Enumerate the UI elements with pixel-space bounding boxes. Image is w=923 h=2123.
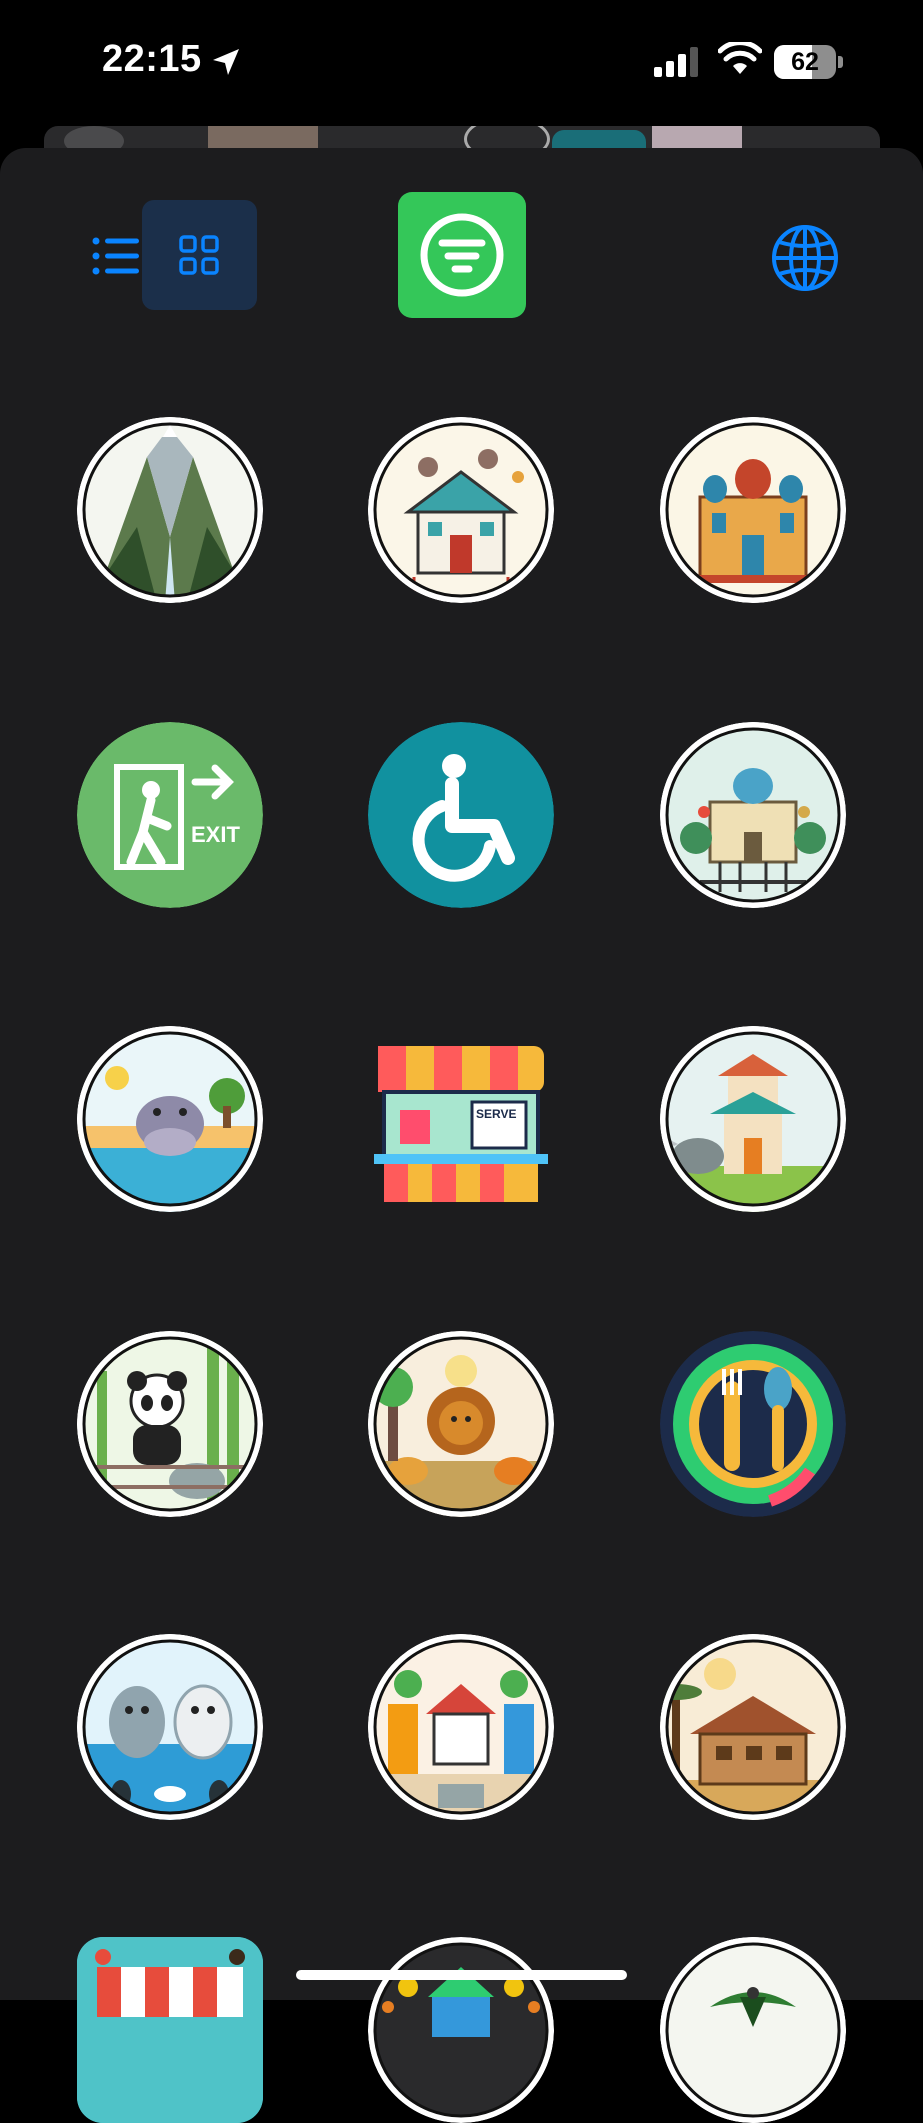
- hippo-pool-icon: [77, 1026, 263, 1212]
- grid-item[interactable]: [368, 417, 554, 603]
- seal-penguin-icon: [77, 1634, 263, 1820]
- grid-item[interactable]: [660, 1634, 846, 1820]
- grid-item[interactable]: [368, 1937, 554, 2123]
- grid-item[interactable]: [660, 722, 846, 908]
- grid-item[interactable]: [77, 1026, 263, 1212]
- battery-level: 62: [791, 48, 819, 76]
- grid-item[interactable]: [77, 1331, 263, 1517]
- exit-sign-icon: EXIT: [77, 722, 263, 908]
- grid-item[interactable]: [660, 1331, 846, 1517]
- battery-indicator: 62: [774, 45, 844, 79]
- monkey-house-icon: [368, 417, 554, 603]
- grid-item[interactable]: [77, 1937, 263, 2123]
- pagoda-rhino-icon: [660, 1026, 846, 1212]
- grid-item[interactable]: SERVE: [368, 1026, 554, 1212]
- wheelchair-icon: [368, 722, 554, 908]
- grid-item[interactable]: [368, 722, 554, 908]
- grid-item[interactable]: [77, 417, 263, 603]
- grid-item[interactable]: [660, 1026, 846, 1212]
- svg-text:SERVE: SERVE: [476, 1107, 516, 1121]
- grid-item[interactable]: [77, 1634, 263, 1820]
- svg-text:EXIT: EXIT: [191, 822, 240, 847]
- grid-view-button[interactable]: [142, 200, 257, 310]
- wifi-icon: [718, 42, 762, 74]
- home-indicator: [296, 1970, 627, 1980]
- zoo-entrance-icon: [368, 1937, 554, 2123]
- bird-icon: [660, 1937, 846, 2123]
- filter-button[interactable]: [398, 192, 526, 318]
- paw-shop-icon: [77, 1937, 263, 2123]
- food-kiosk-icon: SERVE: [368, 1026, 554, 1212]
- cellular-signal-icon: [654, 47, 698, 77]
- location-arrow-icon: [213, 49, 239, 75]
- list-view-button[interactable]: [90, 230, 142, 282]
- plaza-carousel-icon: [368, 1634, 554, 1820]
- safari-lodge-icon: [660, 1634, 846, 1820]
- aviary-palace-icon: [660, 722, 846, 908]
- filter-icon: [420, 213, 504, 297]
- grid-icon: [179, 235, 219, 275]
- battery-icon: 62: [774, 45, 836, 79]
- grid-item[interactable]: [660, 1937, 846, 2123]
- status-bar: 22:15 62: [0, 0, 923, 125]
- lion-savanna-icon: [368, 1331, 554, 1517]
- status-time: 22:15: [102, 38, 202, 80]
- restaurant-cutlery-icon: [660, 1331, 846, 1517]
- panda-bamboo-icon: [77, 1331, 263, 1517]
- grid-item[interactable]: [368, 1331, 554, 1517]
- grid-item[interactable]: [368, 1634, 554, 1820]
- grid-item[interactable]: EXIT: [77, 722, 263, 908]
- globe-icon: [772, 225, 838, 291]
- battery-tip: [838, 56, 843, 68]
- language-button[interactable]: [770, 223, 840, 293]
- grid-item[interactable]: [660, 417, 846, 603]
- canyon-waterfall-icon: [77, 417, 263, 603]
- palace-building-icon: [660, 417, 846, 603]
- list-icon: [92, 237, 139, 275]
